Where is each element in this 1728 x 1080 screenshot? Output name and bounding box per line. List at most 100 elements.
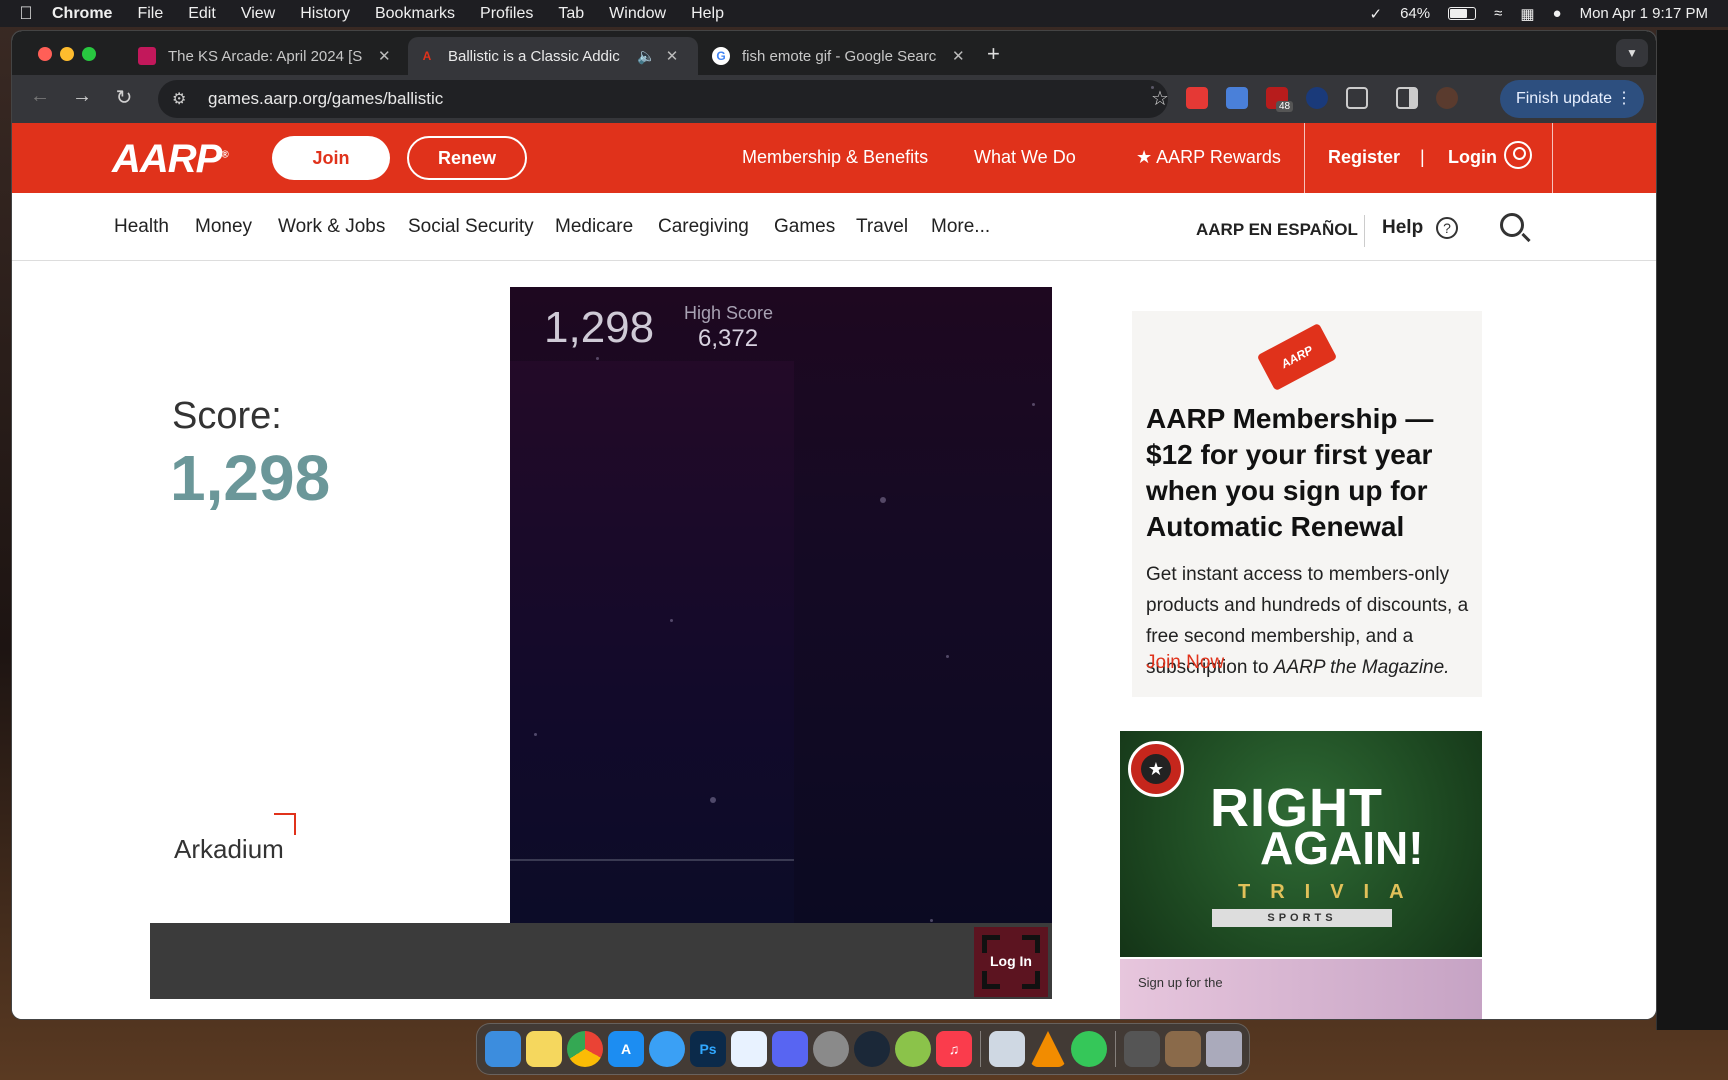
menu-help[interactable]: Help [691, 5, 724, 23]
apple-icon[interactable]:  [0, 3, 52, 24]
nav-social-security[interactable]: Social Security [408, 216, 534, 238]
secondary-ad[interactable]: Sign up for the [1120, 959, 1482, 1019]
documents-stack-icon[interactable] [1165, 1031, 1201, 1067]
nav-games[interactable]: Games [774, 216, 835, 238]
close-tab-icon[interactable]: ✕ [952, 47, 965, 65]
user-account-icon[interactable] [1504, 141, 1532, 169]
url-text[interactable]: games.aarp.org/games/ballistic [208, 89, 443, 109]
ballistic-game-canvas[interactable]: 1,298 High Score 6,372 [510, 287, 1052, 923]
fullscreen-corner [1022, 935, 1040, 953]
minimize-window-button[interactable] [60, 47, 74, 61]
aarp-logo[interactable]: AARP® [112, 137, 229, 182]
join-now-link[interactable]: Join Now [1146, 652, 1224, 674]
nav-more[interactable]: More... [931, 216, 990, 238]
finder-icon[interactable] [485, 1031, 521, 1067]
search-icon[interactable] [1500, 213, 1524, 237]
renew-button[interactable]: Renew [407, 136, 527, 180]
game-login-button[interactable]: Log In [974, 927, 1048, 997]
right-again-trivia-ad[interactable]: ★ RIGHT AGAIN! TRIVIA SPORTS [1120, 731, 1482, 957]
help-link[interactable]: Help [1382, 217, 1423, 239]
site-info-icon[interactable]: ⚙ [172, 89, 186, 109]
wifi-icon[interactable]: ≈ [1494, 5, 1502, 22]
more-menu-icon[interactable]: ⋮ [1616, 80, 1632, 118]
high-score-value: 6,372 [698, 325, 759, 352]
nav-caregiving[interactable]: Caregiving [658, 216, 749, 238]
safari-icon[interactable] [649, 1031, 685, 1067]
steam-icon[interactable] [854, 1031, 890, 1067]
aarp-espanol-link[interactable]: AARP EN ESPAÑOL [1196, 220, 1358, 240]
divider [1364, 215, 1365, 247]
game-play-area[interactable] [510, 361, 794, 923]
system-settings-icon[interactable] [813, 1031, 849, 1067]
tab-search-chevron-icon[interactable]: ▼ [1616, 39, 1648, 67]
speaker-icon[interactable]: 🔈 [637, 47, 656, 65]
register-link[interactable]: Register [1328, 147, 1400, 168]
chrome-icon[interactable] [567, 1031, 603, 1067]
tab-ks-arcade[interactable]: The KS Arcade: April 2024 [S ✕ [128, 37, 401, 75]
trash-icon[interactable] [1206, 1031, 1242, 1067]
tab-google-search[interactable]: G fish emote gif - Google Searc ✕ [702, 37, 975, 75]
help-question-icon[interactable]: ? [1436, 217, 1458, 239]
background-star [596, 357, 599, 360]
new-tab-button[interactable]: + [987, 41, 1000, 67]
notes-icon[interactable] [526, 1031, 562, 1067]
close-tab-icon[interactable]: ✕ [378, 47, 391, 65]
photoshop-icon[interactable]: Ps [690, 1031, 726, 1067]
membership-benefits-link[interactable]: Membership & Benefits [742, 147, 928, 168]
vlc-icon[interactable] [1030, 1031, 1066, 1067]
close-tab-icon[interactable]: ✕ [666, 47, 679, 65]
menu-file[interactable]: File [137, 5, 163, 23]
menu-history[interactable]: History [300, 5, 350, 23]
translate-extension-icon[interactable] [1226, 87, 1248, 109]
nav-medicare[interactable]: Medicare [555, 216, 633, 238]
tab-ballistic[interactable]: A Ballistic is a Classic Addic 🔈 ✕ [408, 37, 698, 75]
clock[interactable]: Mon Apr 1 9:17 PM [1580, 5, 1708, 22]
downloads-stack-icon[interactable] [1124, 1031, 1160, 1067]
login-link[interactable]: Login [1448, 147, 1497, 168]
control-center-icon[interactable]: ▦ [1520, 5, 1534, 23]
checkmark-cloud-icon[interactable]: ✓ [1370, 5, 1383, 23]
menu-edit[interactable]: Edit [188, 5, 216, 23]
android-file-transfer-icon[interactable] [895, 1031, 931, 1067]
youtube-extension-icon[interactable] [1186, 87, 1208, 109]
menu-view[interactable]: View [241, 5, 275, 23]
finish-update-button[interactable]: Finish update ⋮ [1499, 80, 1644, 118]
battery-icon[interactable] [1448, 7, 1477, 20]
close-window-button[interactable] [38, 47, 52, 61]
background-star [930, 919, 933, 922]
nav-money[interactable]: Money [195, 216, 252, 238]
bookmark-star-icon[interactable]: ☆ [1151, 86, 1169, 110]
nav-travel[interactable]: Travel [856, 216, 908, 238]
menu-bookmarks[interactable]: Bookmarks [375, 5, 455, 23]
app-store-icon[interactable]: A [608, 1031, 644, 1067]
side-panel-icon[interactable] [1396, 87, 1418, 109]
join-button[interactable]: Join [272, 136, 390, 180]
menu-profiles[interactable]: Profiles [480, 5, 533, 23]
window-controls [38, 47, 96, 61]
messages-icon[interactable] [1071, 1031, 1107, 1067]
puzzle-extensions-icon[interactable] [1346, 87, 1368, 109]
mail-icon[interactable] [731, 1031, 767, 1067]
nav-health[interactable]: Health [114, 216, 169, 238]
discord-icon[interactable] [772, 1031, 808, 1067]
background-star [710, 797, 716, 803]
music-icon[interactable]: ♫ [936, 1031, 972, 1067]
siri-icon[interactable]: ● [1553, 5, 1562, 22]
nav-work-jobs[interactable]: Work & Jobs [278, 216, 385, 238]
aarp-rewards-link[interactable]: ★ AARP Rewards [1136, 147, 1281, 168]
back-arrow-icon[interactable]: ← [26, 85, 54, 108]
promo-title: AARP Membership — $12 for your first yea… [1146, 403, 1434, 542]
address-bar[interactable]: ⚙ games.aarp.org/games/ballistic ☆ [158, 80, 1169, 118]
reload-icon[interactable]: ↻ [110, 85, 138, 110]
menu-app-name[interactable]: Chrome [52, 5, 112, 23]
divider [1304, 123, 1305, 193]
shield-extension-icon[interactable] [1306, 87, 1328, 109]
forward-arrow-icon[interactable]: → [68, 85, 96, 108]
what-we-do-link[interactable]: What We Do [974, 147, 1076, 168]
menu-window[interactable]: Window [609, 5, 666, 23]
profile-avatar[interactable] [1436, 87, 1458, 109]
preview-icon[interactable] [989, 1031, 1025, 1067]
zoom-window-button[interactable] [82, 47, 96, 61]
menu-tab[interactable]: Tab [558, 5, 584, 23]
arkadium-mark-icon [274, 813, 296, 835]
